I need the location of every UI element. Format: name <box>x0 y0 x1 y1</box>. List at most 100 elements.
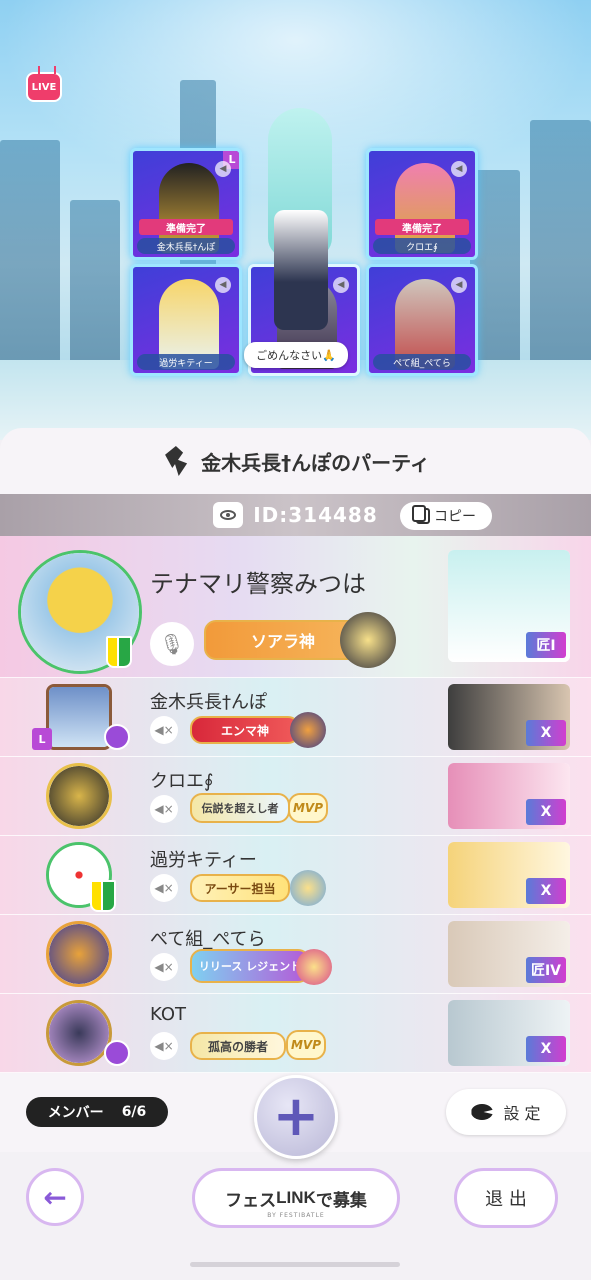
party-slot-1[interactable]: L ◀ 準備完了 金木兵長†んぽ <box>130 148 242 260</box>
slot-name: クロエ∮ <box>373 238 471 254</box>
slot-name: ぺて組_ぺてら <box>373 354 471 370</box>
home-indicator[interactable] <box>190 1262 400 1267</box>
member-count-badge: メンバー 6/6 <box>26 1097 168 1127</box>
fes-link-recruit-button[interactable]: フェス LINK で募集 BY FESTIBATLE <box>192 1168 400 1228</box>
slot-name: 金木兵長†んぽ <box>137 238 235 254</box>
title-badge: アーサー担当 <box>190 874 290 902</box>
member-name: 過労キティー <box>150 850 257 871</box>
rank-badge: 匠IV <box>526 957 566 983</box>
background-building <box>530 120 591 400</box>
muted-speaker-icon: ◀ <box>215 277 231 293</box>
member-row[interactable]: 過労キティー ◀× アーサー担当 X <box>0 836 591 915</box>
speaker-muted-icon[interactable]: ◀× <box>150 795 178 823</box>
character-card[interactable]: 匠IV <box>448 921 570 987</box>
speaker-muted-icon[interactable]: ◀× <box>150 716 178 744</box>
copy-label: コピー <box>434 509 476 525</box>
mic-muted-icon[interactable]: 🎙 <box>150 622 194 666</box>
muted-speaker-icon: ◀ <box>451 277 467 293</box>
party-header: 金木兵長†んぽのパーティ <box>0 428 591 494</box>
title-chibi-icon <box>340 612 396 668</box>
recruit-fest-text: フェス <box>225 1190 277 1211</box>
slot-name: 過労キティー <box>137 354 235 370</box>
lobby-scene: LIVE L ◀ 準備完了 金木兵長†んぽ ◀ 準備完了 クロエ∮ ◀ 過労キテ… <box>0 0 591 440</box>
member-row[interactable]: KOT ◀× 孤高の勝者 MVP X <box>0 994 591 1073</box>
rank-badge: X <box>526 878 566 904</box>
beginner-mark-icon <box>90 880 116 912</box>
room-id-bar: ID:314488 コピー <box>0 494 591 536</box>
member-row[interactable]: L 金木兵長†んぽ ◀× エンマ神 X <box>0 678 591 757</box>
rank-badge: X <box>526 799 566 825</box>
rank-badge: X <box>526 720 566 746</box>
member-list: テナマリ警察みつは 🎙 ソアラ神 匠I L 金木兵長†んぽ ◀× エンマ神 X <box>0 536 591 1073</box>
speech-bubble: ごめんなさい🙏 <box>244 342 348 368</box>
rank-badge: 匠I <box>526 632 566 658</box>
member-avatar[interactable] <box>46 763 112 829</box>
member-name: 金木兵長†んぽ <box>150 692 267 713</box>
copy-button[interactable]: コピー <box>400 502 492 530</box>
title-badge: 伝説を超えし者 <box>190 793 290 823</box>
friend-heart-icon <box>104 724 130 750</box>
party-title: 金木兵長†んぽのパーティ <box>201 450 430 475</box>
member-row[interactable]: ぺて組_ぺてら ◀× リリース レジェンド 匠IV <box>0 915 591 994</box>
member-name: KOT <box>150 1004 186 1025</box>
member-count-label: メンバー <box>47 1105 104 1121</box>
ready-status: 準備完了 <box>139 219 233 235</box>
player-avatar <box>246 100 356 420</box>
party-slot-4[interactable]: ◀ ぺて組_ぺてら <box>366 264 478 376</box>
title-badge: 孤高の勝者 <box>190 1032 286 1060</box>
mvp-badge: MVP <box>286 1030 326 1060</box>
leave-button[interactable]: 退 出 <box>454 1168 558 1228</box>
member-avatar[interactable] <box>46 1000 112 1066</box>
title-badge: リリース レジェンド <box>190 949 310 983</box>
member-name: ぺて組_ぺてら <box>150 929 266 950</box>
invite-plus-button[interactable]: + <box>254 1075 338 1159</box>
title-chibi-icon <box>290 712 326 748</box>
character-card[interactable]: 匠I <box>448 550 570 662</box>
member-name: テナマリ警察みつは <box>150 570 366 598</box>
character-card[interactable]: X <box>448 684 570 750</box>
party-slot-3[interactable]: ◀ 過労キティー <box>130 264 242 376</box>
member-count-value: 6/6 <box>121 1104 147 1120</box>
muted-speaker-icon: ◀ <box>451 161 467 177</box>
character-card[interactable]: X <box>448 842 570 908</box>
settings-button[interactable]: 設 定 <box>446 1089 566 1135</box>
ready-status: 準備完了 <box>375 219 469 235</box>
speaker-muted-icon[interactable]: ◀× <box>150 953 178 981</box>
leader-mark: L <box>32 728 52 750</box>
eye-icon[interactable] <box>213 502 244 528</box>
recruit-link-text: LINK <box>276 1188 316 1207</box>
member-avatar[interactable] <box>46 684 112 750</box>
avatar-image <box>49 766 109 826</box>
member-row[interactable]: テナマリ警察みつは 🎙 ソアラ神 匠I <box>0 536 591 678</box>
avatar-image <box>49 687 109 747</box>
title-chibi-icon <box>296 949 332 985</box>
copy-icon <box>412 505 430 524</box>
member-name: クロエ∮ <box>150 771 214 792</box>
recruit-suffix-text: で募集 <box>315 1190 367 1211</box>
room-id: ID:314488 <box>253 503 378 527</box>
title-chibi-icon <box>290 870 326 906</box>
title-badge: ソアラ神 <box>204 620 362 660</box>
speaker-muted-icon[interactable]: ◀× <box>150 1032 178 1060</box>
settings-label: 設 定 <box>503 1104 541 1123</box>
avatar-image <box>49 1003 109 1063</box>
friend-heart-icon <box>104 1040 130 1066</box>
party-icon <box>161 444 191 478</box>
rank-badge: X <box>526 1036 566 1062</box>
character-card[interactable]: X <box>448 763 570 829</box>
avatar-image <box>49 924 109 984</box>
recruit-by-text: BY FESTIBATLE <box>267 1212 325 1219</box>
settings-icon <box>471 1104 494 1120</box>
beginner-mark-icon <box>106 636 132 668</box>
title-badge: エンマ神 <box>190 716 300 744</box>
mvp-badge: MVP <box>288 793 328 823</box>
party-slot-2[interactable]: ◀ 準備完了 クロエ∮ <box>366 148 478 260</box>
avatar-body <box>274 210 328 330</box>
character-card[interactable]: X <box>448 1000 570 1066</box>
muted-speaker-icon: ◀ <box>215 161 231 177</box>
live-badge[interactable]: LIVE <box>26 72 62 102</box>
member-row[interactable]: クロエ∮ ◀× 伝説を超えし者 MVP X <box>0 757 591 836</box>
back-button[interactable]: ← <box>26 1168 84 1226</box>
member-avatar[interactable] <box>46 921 112 987</box>
speaker-muted-icon[interactable]: ◀× <box>150 874 178 902</box>
